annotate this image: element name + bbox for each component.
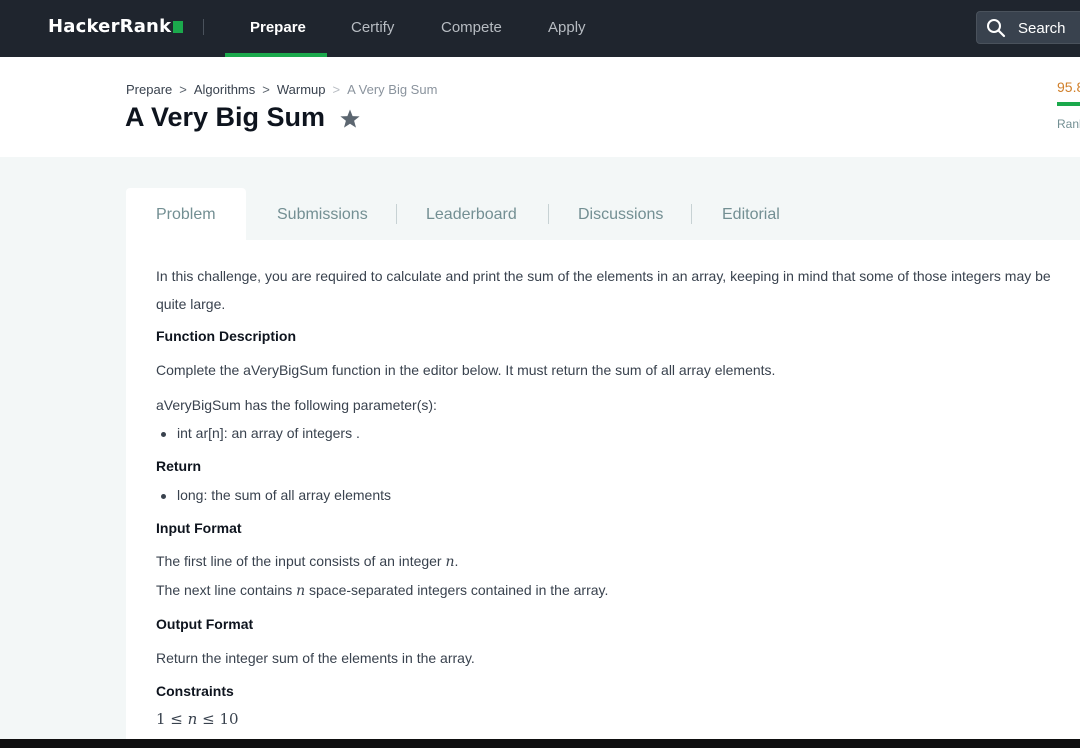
return-heading: Return	[156, 458, 202, 474]
function-description-text: Complete the aVeryBigSum function in the…	[156, 362, 776, 378]
tab-leaderboard[interactable]: Leaderboard	[426, 188, 517, 240]
top-navigation: HackerRank Prepare Certify Compete Apply…	[0, 0, 1080, 57]
challenge-tabs: Problem Submissions Leaderboard Discussi…	[126, 188, 1080, 240]
input-format-line-1: The first line of the input consists of …	[156, 553, 459, 570]
nav-item-apply[interactable]: Apply	[548, 19, 586, 36]
page-title: A Very Big Sum	[125, 102, 326, 132]
search-label: Search	[1018, 20, 1066, 37]
output-format-heading: Output Format	[156, 616, 254, 632]
breadcrumb-algorithms[interactable]: Algorithms	[194, 82, 255, 97]
chevron-right-icon: >	[179, 82, 187, 97]
nav-divider	[203, 19, 204, 35]
search-button[interactable]: Search	[976, 11, 1080, 44]
tab-divider	[548, 204, 549, 224]
breadcrumb-warmup[interactable]: Warmup	[277, 82, 326, 97]
problem-statement: In this challenge, you are required to c…	[126, 240, 1080, 740]
output-format-text: Return the integer sum of the elements i…	[156, 650, 475, 666]
star-icon[interactable]	[338, 107, 362, 131]
input-format-heading: Input Format	[156, 520, 242, 536]
hackerrank-logo[interactable]: HackerRank	[48, 16, 184, 37]
input-format-line-2: The next line contains n space-separated…	[156, 582, 609, 599]
chevron-right-icon: >	[332, 82, 341, 97]
tab-submissions[interactable]: Submissions	[277, 188, 368, 240]
function-description-heading: Function Description	[156, 328, 296, 344]
tab-editorial[interactable]: Editorial	[722, 188, 780, 240]
tab-divider	[396, 204, 397, 224]
tab-problem[interactable]: Problem	[126, 188, 246, 240]
tab-discussions[interactable]: Discussions	[578, 188, 663, 240]
breadcrumb-prepare[interactable]: Prepare	[126, 82, 172, 97]
score-value: 95.8	[1057, 79, 1080, 95]
bottom-edge-bar	[0, 739, 1080, 748]
return-item: long: the sum of all array elements	[161, 487, 391, 503]
breadcrumb-current: A Very Big Sum	[347, 82, 438, 97]
nav-item-certify[interactable]: Certify	[351, 19, 394, 36]
score-progress-bar	[1057, 102, 1080, 106]
rank-label: Rank	[1057, 117, 1080, 131]
constraints-heading: Constraints	[156, 683, 234, 699]
constraint-expression: 1 ≤ n ≤ 10	[156, 710, 239, 728]
tab-divider	[691, 204, 692, 224]
parameters-intro: aVeryBigSum has the following parameter(…	[156, 397, 437, 413]
nav-item-prepare[interactable]: Prepare	[250, 19, 306, 36]
nav-item-compete[interactable]: Compete	[441, 19, 502, 36]
challenge-header: Prepare > Algorithms > Warmup > A Very Big Sum…	[0, 57, 1080, 157]
search-icon	[987, 19, 1006, 38]
breadcrumb: Prepare > Algorithms > Warmup > A Very Big Sum	[126, 82, 437, 97]
chevron-right-icon: >	[262, 82, 270, 97]
problem-intro: In this challenge, you are required to c…	[156, 268, 1051, 312]
parameter-item: int ar[n]: an array of integers .	[161, 425, 360, 441]
